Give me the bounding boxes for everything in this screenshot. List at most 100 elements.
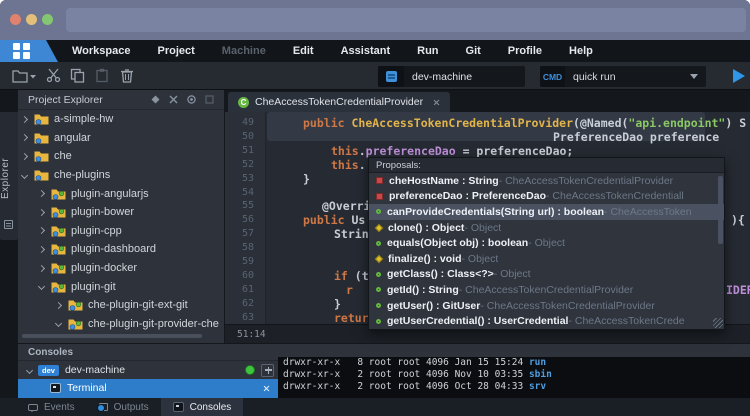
consoles-icon	[173, 402, 184, 412]
proposal-finalize[interactable]: finalize() : void - Object	[369, 251, 724, 267]
menu-project[interactable]: Project	[158, 45, 195, 57]
chevron-right-icon[interactable]	[21, 134, 28, 141]
menu-profile[interactable]: Profile	[508, 45, 542, 57]
proposals-title: Proposals:	[376, 160, 421, 171]
terminal-tree-item[interactable]: Terminal	[18, 379, 278, 398]
tree-item-angular[interactable]: angular	[18, 129, 224, 148]
chevron-right-icon[interactable]	[38, 190, 45, 197]
outputs-icon	[99, 403, 108, 411]
editor-gutter: 495051525354555657585960616263	[225, 112, 266, 324]
window-zoom-button[interactable]	[42, 14, 53, 25]
line-number: 53	[242, 172, 254, 186]
cut-button[interactable]	[46, 68, 61, 83]
delete-button[interactable]	[120, 68, 134, 83]
proposal-getUser[interactable]: getUser() : GitUser - CheAccessTokenCred…	[369, 298, 724, 314]
chevron-right-icon[interactable]	[38, 265, 45, 272]
browser-titlebar	[0, 0, 750, 40]
tree-item-plugin-angularjs[interactable]: plugin-angularjs	[18, 184, 224, 203]
window-minimize-button[interactable]	[26, 14, 37, 25]
project-actions-dropdown[interactable]	[12, 69, 36, 83]
popup-scrollbar[interactable]	[718, 176, 723, 244]
tree-item-che-plugin-git-provider-che[interactable]: che-plugin-git-provider-che	[18, 315, 224, 334]
maximize-icon[interactable]	[205, 95, 214, 104]
che-logo-icon[interactable]	[0, 40, 58, 62]
proposal-getId[interactable]: getId() : String - CheAccessTokenCredent…	[369, 282, 724, 298]
proposal-origin: - Object	[464, 222, 501, 234]
proposal-origin: - CheAccessTokenCredentiall	[546, 190, 684, 202]
tab-consoles[interactable]: Consoles	[161, 398, 244, 416]
editor-tab[interactable]: C CheAccessTokenCredentialProvider	[228, 92, 450, 112]
proposal-cheHostName[interactable]: cheHostName : String - CheAccessTokenCre…	[369, 173, 724, 189]
collapse-all-icon[interactable]	[169, 95, 178, 104]
proposal-canProvideCredentials[interactable]: canProvideCredentials(String url) : bool…	[369, 204, 724, 220]
terminal-label: Terminal	[67, 382, 263, 394]
proposal-signature: getUser() : GitUser	[387, 300, 480, 312]
chevron-down-icon[interactable]	[38, 283, 45, 290]
tab-outputs[interactable]: Outputs	[87, 398, 161, 416]
tree-item-plugin-cpp[interactable]: plugin-cpp	[18, 222, 224, 241]
chevron-right-icon[interactable]	[38, 209, 45, 216]
machine-tree-item[interactable]: dev dev-machine	[18, 361, 278, 379]
menu-workspace[interactable]: Workspace	[72, 45, 131, 57]
method-public-icon	[376, 272, 381, 277]
terminal-output[interactable]: drwxr-xr-x 8 root root 4096 Jan 15 15:24…	[278, 357, 750, 398]
menu-run[interactable]: Run	[417, 45, 438, 57]
chevron-down-icon[interactable]	[26, 366, 33, 373]
menu-help[interactable]: Help	[569, 45, 593, 57]
tree-item-a-simple-hw[interactable]: a-simple-hw	[18, 110, 224, 129]
field-icon	[376, 193, 383, 200]
tree-item-plugin-bower[interactable]: plugin-bower	[18, 203, 224, 222]
explorer-part-tab[interactable]: Explorer	[0, 112, 18, 240]
go-into-icon[interactable]	[151, 95, 160, 104]
explorer-part-icon	[4, 220, 13, 229]
proposal-getUserCredential[interactable]: getUserCredential() : UserCredential - C…	[369, 313, 724, 329]
method-public-icon	[376, 319, 381, 324]
directory-name: run	[529, 357, 546, 368]
tree-item-plugin-docker[interactable]: plugin-docker	[18, 259, 224, 278]
menu-edit[interactable]: Edit	[293, 45, 314, 57]
tree-item-label: a-simple-hw	[54, 113, 113, 125]
chevron-down-icon[interactable]	[21, 172, 28, 179]
command-badge: CMD	[540, 66, 565, 87]
main-toolbar: dev-machine CMD quick run	[0, 62, 750, 90]
chevron-right-icon[interactable]	[21, 116, 28, 123]
tab-events[interactable]: Events	[16, 398, 87, 416]
explorer-horizontal-scrollbar[interactable]	[22, 334, 202, 338]
tree-item-che-plugin-git-ext-git[interactable]: che-plugin-git-ext-git	[18, 296, 224, 315]
popup-resize-grip[interactable]	[713, 318, 723, 328]
chevron-down-icon[interactable]	[55, 320, 62, 327]
proposal-equals[interactable]: equals(Object obj) : boolean - Object	[369, 235, 724, 251]
copy-button[interactable]	[70, 68, 85, 83]
menu-machine[interactable]: Machine	[222, 45, 266, 57]
proposal-signature: clone() : Object	[388, 222, 464, 234]
tree-item-che[interactable]: che	[18, 147, 224, 166]
chevron-right-icon[interactable]	[21, 153, 28, 160]
proposal-preferenceDao[interactable]: preferenceDao : PreferenceDao - CheAcces…	[369, 189, 724, 205]
window-close-button[interactable]	[10, 14, 21, 25]
chevron-right-icon[interactable]	[38, 227, 45, 234]
line-number: 62	[242, 297, 254, 311]
paste-button[interactable]	[95, 68, 109, 83]
chevron-right-icon[interactable]	[38, 246, 45, 253]
proposal-clone[interactable]: clone() : Object - Object	[369, 220, 724, 236]
menu-assistant[interactable]: Assistant	[341, 45, 391, 57]
proposal-origin: - CheAccessToken	[604, 206, 692, 218]
command-selector[interactable]: CMD quick run	[540, 66, 706, 87]
tree-item-plugin-dashboard[interactable]: plugin-dashboard	[18, 240, 224, 259]
machine-selector[interactable]: dev-machine	[378, 66, 525, 87]
tab-label: Outputs	[114, 402, 149, 413]
close-icon[interactable]	[433, 99, 440, 106]
menu-git[interactable]: Git	[466, 45, 481, 57]
close-terminal-icon[interactable]	[263, 385, 270, 392]
run-command-button[interactable]	[731, 68, 747, 84]
terminal-line: drwxr-xr-x 2 root root 4096 Nov 10 03:35…	[278, 369, 750, 381]
add-terminal-button[interactable]	[261, 364, 274, 377]
code-fragment: IDER	[726, 283, 750, 297]
proposal-getClass[interactable]: getClass() : Class<?> - Object	[369, 267, 724, 283]
tree-item-plugin-git[interactable]: plugin-git	[18, 277, 224, 296]
folder-icon	[51, 206, 66, 218]
refresh-icon[interactable]	[187, 95, 196, 104]
folder-icon	[51, 225, 66, 237]
tree-item-che-plugins[interactable]: che-plugins	[18, 166, 224, 185]
chevron-right-icon[interactable]	[55, 302, 62, 309]
